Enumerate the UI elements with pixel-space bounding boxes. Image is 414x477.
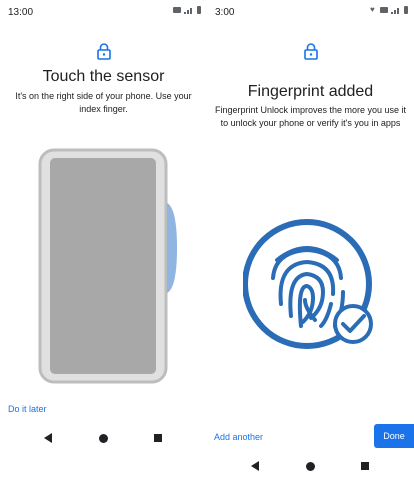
done-button[interactable]: Done bbox=[374, 424, 414, 448]
status-icons: ♥ bbox=[370, 6, 408, 14]
page-title: Fingerprint added bbox=[247, 83, 374, 100]
enroll-screen: 13:00 Touch the sensor It's on the right… bbox=[0, 0, 207, 477]
signal-icon bbox=[184, 7, 194, 14]
page-description: It's on the right side of your phone. Us… bbox=[15, 91, 192, 114]
lock-icon bbox=[303, 43, 318, 60]
navigation-bar bbox=[207, 458, 414, 477]
fingerprint-icon bbox=[243, 219, 373, 349]
status-icons bbox=[173, 6, 201, 14]
home-icon[interactable] bbox=[302, 458, 318, 474]
status-time: 13:00 bbox=[8, 7, 34, 18]
message-icon bbox=[173, 7, 181, 13]
page-description: Fingerprint Unlock improves the more you… bbox=[214, 105, 407, 128]
battery-icon bbox=[197, 6, 201, 14]
page-title: Touch the sensor bbox=[42, 68, 165, 85]
status-bar: 13:00 bbox=[0, 0, 207, 22]
lock-icon bbox=[96, 43, 111, 60]
status-time: 3:00 bbox=[215, 7, 235, 18]
back-icon[interactable] bbox=[247, 458, 263, 474]
back-icon[interactable] bbox=[40, 430, 56, 446]
vibrate-icon: ♥ bbox=[370, 5, 375, 14]
do-it-later-button[interactable]: Do it later bbox=[8, 404, 47, 414]
check-icon bbox=[333, 304, 373, 344]
recent-apps-icon[interactable] bbox=[150, 430, 166, 446]
message-icon bbox=[380, 7, 388, 13]
sensor-highlight bbox=[167, 203, 177, 293]
signal-icon bbox=[391, 7, 401, 14]
battery-icon bbox=[404, 6, 408, 14]
add-another-button[interactable]: Add another bbox=[214, 432, 263, 442]
recent-apps-icon[interactable] bbox=[357, 458, 373, 474]
home-icon[interactable] bbox=[95, 430, 111, 446]
navigation-bar bbox=[0, 430, 207, 450]
status-bar: 3:00 ♥ bbox=[207, 0, 414, 22]
fingerprint-added-screen: 3:00 ♥ Fingerprint added Fingerprint Unl… bbox=[207, 0, 414, 477]
phone-sensor-illustration bbox=[38, 148, 177, 384]
